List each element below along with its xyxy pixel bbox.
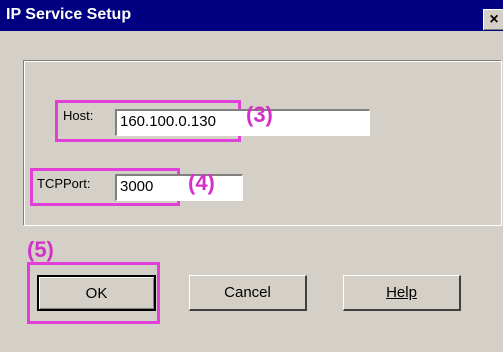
- close-icon[interactable]: ×: [483, 9, 503, 30]
- ok-button[interactable]: OK: [37, 275, 156, 311]
- window-title: IP Service Setup: [6, 6, 132, 23]
- help-button-label: Help: [386, 284, 417, 301]
- port-label: TCPPort:: [37, 176, 91, 191]
- port-annotation-label: (4): [188, 170, 215, 195]
- ok-annotation-label: (5): [27, 237, 54, 262]
- tcp-port-input[interactable]: 3000: [115, 174, 243, 201]
- host-annotation-label: (3): [246, 102, 273, 127]
- host-input[interactable]: 160.100.0.130: [115, 109, 370, 136]
- ip-service-setup-dialog: IP Service Setup × Host: 160.100.0.130 (…: [0, 0, 503, 352]
- help-button[interactable]: Help: [343, 275, 461, 311]
- cancel-button[interactable]: Cancel: [189, 275, 307, 311]
- host-label: Host:: [63, 108, 94, 123]
- title-bar: IP Service Setup ×: [0, 0, 503, 31]
